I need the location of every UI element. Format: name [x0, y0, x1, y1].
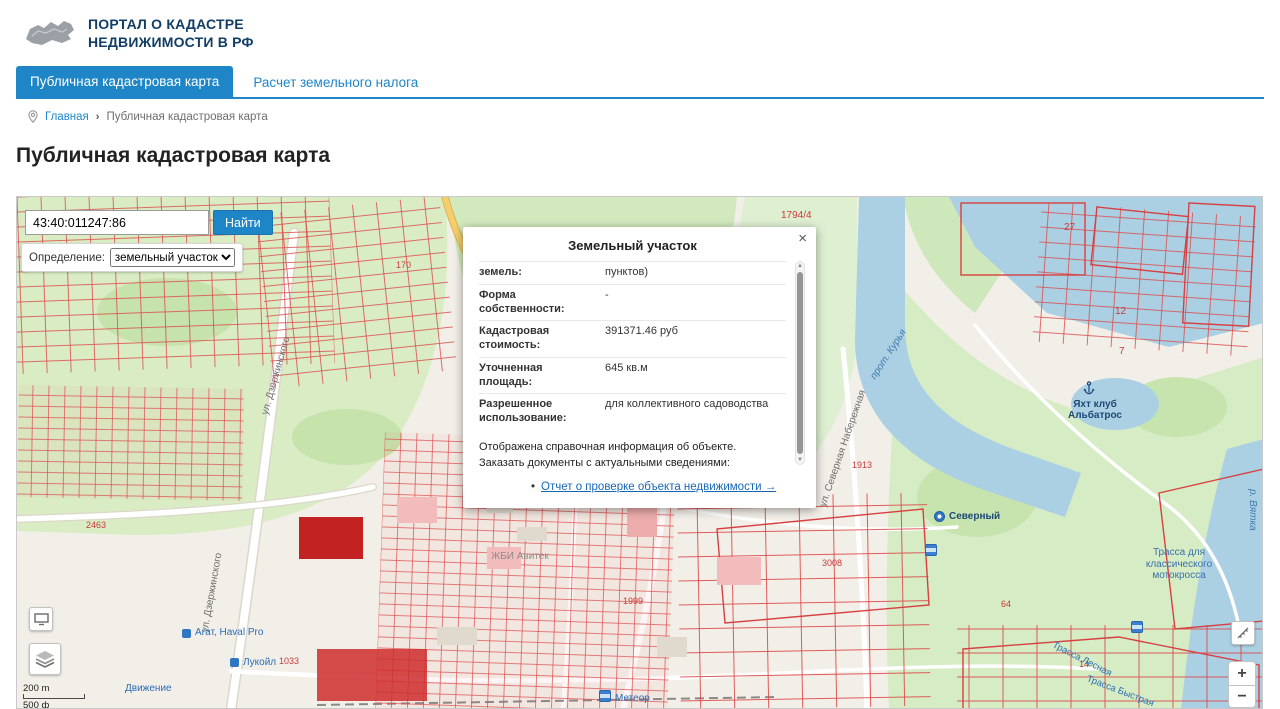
parcel-number-label: 1999 [623, 596, 644, 606]
cadastral-search-input[interactable] [25, 210, 209, 235]
bus-stop-icon [599, 690, 611, 702]
parcel-number-label: 3008 [822, 558, 843, 568]
scale-metric-bar [23, 694, 85, 699]
popup-link-row: • Отчет о проверке объекта недвижимости → [531, 481, 786, 493]
map[interactable]: 1794/4 27 12 7 170 1794/3 1794/2 2463 36… [16, 196, 1263, 709]
parcel-number-label: 2463 [86, 520, 107, 530]
row-label: Кадастровая стоимость: [479, 325, 550, 351]
scrollbar-thumb[interactable] [797, 272, 803, 454]
scale-imperial-label: 500 ф [23, 700, 50, 709]
breadcrumb-home-link[interactable]: Главная [45, 111, 89, 123]
row-value: для коллективного садоводства [605, 398, 769, 411]
report-link[interactable]: Отчет о проверке объекта недвижимости → [541, 481, 776, 493]
scale-indicator: 200 m 500 ф [23, 683, 121, 709]
row-label: Уточненная площадь: [479, 361, 543, 388]
parcel-number-label: 12 [1115, 306, 1127, 317]
popup-scrollbar[interactable]: ▲ ▼ [795, 261, 805, 465]
poi-label: Яхт клуб [1073, 399, 1117, 410]
zoom-controls: + − [1228, 661, 1256, 708]
definition-select[interactable]: земельный участок [109, 248, 235, 267]
bus-stop-icon [1131, 621, 1143, 633]
poi-dot-icon [230, 658, 239, 667]
definition-label: Определение: [29, 251, 105, 264]
page-title: Публичная кадастровая карта [16, 144, 331, 167]
anchor-icon [1083, 381, 1095, 400]
poi-label: Агат, Haval Pro [195, 627, 264, 638]
parcel-number-label: 1794/4 [781, 210, 812, 221]
area-label: ЖБИ Авитек [491, 551, 549, 562]
ruler-icon [1237, 627, 1249, 639]
parcel-number-label: 170 [396, 260, 412, 270]
popup-note: Отображена справочная информация об объе… [479, 440, 737, 469]
zoom-out-button[interactable]: − [1228, 686, 1256, 708]
parcel-number-label: 64 [1001, 599, 1012, 609]
ruler-button[interactable] [1231, 621, 1255, 645]
water-label: р. Вятка [1247, 489, 1258, 531]
tab-bar: Публичная кадастровая карта Расчет земел… [16, 66, 1264, 99]
popup-row: Разрешенное использование: для коллектив… [479, 393, 786, 430]
search-panel: Найти [25, 210, 273, 235]
layers-icon [35, 651, 55, 668]
popup-row: земель: пунктов) [479, 261, 786, 284]
zoom-in-button[interactable]: + [1228, 661, 1256, 686]
row-value: пунктов) [605, 266, 649, 278]
row-value: - [605, 288, 609, 301]
breadcrumb-current: Публичная кадастровая карта [106, 110, 268, 123]
poi-label: Метеор [615, 693, 650, 704]
find-button[interactable]: Найти [213, 210, 273, 235]
poi-label: Альбатрос [1067, 410, 1122, 421]
parcel-number-label: 1913 [852, 460, 873, 470]
popup-row: Уточненная площадь: 645 кв.м [479, 356, 786, 394]
scroll-down-icon[interactable]: ▼ [796, 457, 804, 463]
poi-dot-icon [182, 629, 191, 638]
page: ПОРТАЛ О КАДАСТРЕ НЕДВИЖИМОСТИ В РФ Публ… [0, 0, 1280, 709]
row-value: 645 кв.м [605, 361, 648, 374]
parcel-info-popup: × Земельный участок земель: пунктов) Фор… [463, 227, 816, 508]
header: ПОРТАЛ О КАДАСТРЕ НЕДВИЖИМОСТИ В РФ [0, 0, 1280, 66]
fullscreen-icon [33, 612, 49, 625]
tab-public-cadastral-map[interactable]: Публичная кадастровая карта [16, 66, 234, 97]
parcel-number-label: 27 [1064, 222, 1076, 233]
row-label: земель: [479, 266, 522, 278]
row-label: Разрешенное использование: [479, 398, 567, 424]
popup-title: Земельный участок [568, 238, 697, 253]
layers-button[interactable] [29, 643, 61, 675]
popup-row: Кадастровая стоимость: 391371.46 руб [479, 320, 786, 357]
breadcrumb: Главная › Публичная кадастровая карта [28, 110, 268, 123]
poi-label: Трасса для классического мотокросса [1145, 547, 1213, 581]
poi-label: Движение [125, 683, 172, 694]
definition-panel: Определение: земельный участок [21, 243, 243, 272]
row-label: Форма собственности: [479, 288, 565, 315]
breadcrumb-separator: › [95, 110, 100, 123]
poi-label: Северный [949, 511, 1001, 522]
scroll-up-icon[interactable]: ▲ [796, 263, 804, 269]
bullet: • [531, 480, 536, 493]
fullscreen-button[interactable] [29, 607, 53, 631]
poi-label: Лукойл [243, 657, 277, 668]
row-value: 391371.46 руб [605, 325, 678, 338]
parcel-number-label: 1033 [279, 656, 300, 666]
location-pin-icon [28, 110, 38, 123]
bus-stop-icon [925, 544, 937, 556]
close-icon[interactable]: × [798, 231, 807, 246]
popup-row: Форма собственности: - [479, 283, 786, 321]
place-icon [934, 511, 945, 522]
parcel-number-label: 7 [1119, 346, 1125, 357]
scale-metric-label: 200 m [23, 683, 50, 694]
tab-land-tax-calc[interactable]: Расчет земельного налога [253, 75, 418, 90]
site-title: ПОРТАЛ О КАДАСТРЕ НЕДВИЖИМОСТИ В РФ [88, 15, 254, 50]
russia-map-logo-icon [26, 21, 74, 45]
